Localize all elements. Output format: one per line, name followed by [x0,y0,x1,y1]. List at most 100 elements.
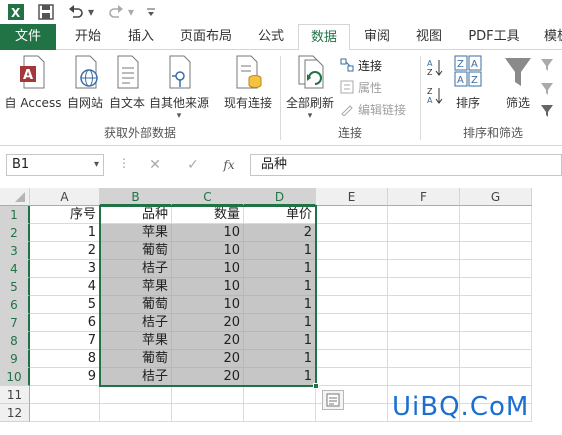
column-header-c[interactable]: C [172,188,244,206]
cell-e5[interactable] [316,278,388,296]
cell-g9[interactable] [460,350,532,368]
row-header-11[interactable]: 11 [0,386,30,404]
cell-b9[interactable]: 葡萄 [100,350,172,368]
select-all-corner[interactable] [0,188,30,206]
cell-b2[interactable]: 苹果 [100,224,172,242]
row-header-6[interactable]: 6 [0,296,30,314]
existing-connections-button[interactable]: 现有连接 [220,54,276,111]
cell-c4[interactable]: 10 [172,260,244,278]
formula-input[interactable]: 品种 [250,154,562,176]
customize-qat-icon[interactable] [144,3,158,21]
cell-g7[interactable] [460,314,532,332]
tab-file[interactable]: 文件 [0,24,56,50]
cell-c5[interactable]: 10 [172,278,244,296]
row-header-8[interactable]: 8 [0,332,30,350]
cell-g2[interactable] [460,224,532,242]
tab-formulas[interactable]: 公式 [246,24,296,50]
cell-g1[interactable] [460,206,532,224]
cell-e9[interactable] [316,350,388,368]
cell-d6[interactable]: 1 [244,296,316,314]
tab-data[interactable]: 数据 [298,24,350,51]
cell-e3[interactable] [316,242,388,260]
edit-links-button[interactable]: 编辑链接 [340,100,406,118]
cell-b6[interactable]: 葡萄 [100,296,172,314]
sort-button[interactable]: ZAAZ 排序 [448,54,488,111]
cell-c2[interactable]: 10 [172,224,244,242]
cell-b7[interactable]: 桔子 [100,314,172,332]
cell-d12[interactable] [244,404,316,422]
cell-c3[interactable]: 10 [172,242,244,260]
cell-d1[interactable]: 单价 [244,206,316,224]
row-header-3[interactable]: 3 [0,242,30,260]
cell-g3[interactable] [460,242,532,260]
row-header-7[interactable]: 7 [0,314,30,332]
from-web-button[interactable]: 自网站 [64,54,106,111]
row-header-2[interactable]: 2 [0,224,30,242]
tab-insert[interactable]: 插入 [116,24,166,50]
tab-page-layout[interactable]: 页面布局 [170,24,242,50]
from-text-button[interactable]: 自文本 [106,54,148,111]
row-header-4[interactable]: 4 [0,260,30,278]
cell-g10[interactable] [460,368,532,386]
column-header-b[interactable]: B [100,188,172,206]
enter-icon[interactable]: ✓ [180,154,206,176]
cell-f8[interactable] [388,332,460,350]
cell-g8[interactable] [460,332,532,350]
cell-f4[interactable] [388,260,460,278]
cell-d4[interactable]: 1 [244,260,316,278]
cell-e7[interactable] [316,314,388,332]
cell-g4[interactable] [460,260,532,278]
insert-function-icon[interactable]: fx [216,154,242,176]
row-header-5[interactable]: 5 [0,278,30,296]
undo-icon[interactable] [66,3,86,21]
row-header-10[interactable]: 10 [0,368,30,386]
cell-a1[interactable]: 序号 [30,206,100,224]
cell-e8[interactable] [316,332,388,350]
cell-b4[interactable]: 桔子 [100,260,172,278]
cell-b3[interactable]: 葡萄 [100,242,172,260]
tab-pdf-tools[interactable]: PDF工具 [458,24,530,50]
cell-f9[interactable] [388,350,460,368]
cell-a6[interactable]: 5 [30,296,100,314]
cell-f3[interactable] [388,242,460,260]
cell-d11[interactable] [244,386,316,404]
cell-f10[interactable] [388,368,460,386]
cell-b11[interactable] [100,386,172,404]
tab-templates[interactable]: 模板 [534,24,562,50]
cell-c10[interactable]: 20 [172,368,244,386]
cell-g6[interactable] [460,296,532,314]
cell-d2[interactable]: 2 [244,224,316,242]
redo-icon[interactable] [106,3,126,21]
clear-filter-button[interactable] [540,56,556,74]
cell-d5[interactable]: 1 [244,278,316,296]
sort-descending-button[interactable]: ZA [426,86,444,105]
cell-d10[interactable]: 1 [244,368,316,386]
cell-e4[interactable] [316,260,388,278]
cell-c6[interactable]: 10 [172,296,244,314]
tab-view[interactable]: 视图 [404,24,454,50]
cell-a9[interactable]: 8 [30,350,100,368]
name-box[interactable]: B1 ▾ [6,154,104,176]
save-icon[interactable] [36,3,56,21]
connections-button[interactable]: 连接 [340,56,382,74]
quick-analysis-button[interactable] [322,390,344,410]
cell-c12[interactable] [172,404,244,422]
cell-g5[interactable] [460,278,532,296]
cell-f6[interactable] [388,296,460,314]
cell-b5[interactable]: 苹果 [100,278,172,296]
cell-a2[interactable]: 1 [30,224,100,242]
column-header-d[interactable]: D [244,188,316,206]
cell-a11[interactable] [30,386,100,404]
cell-a8[interactable]: 7 [30,332,100,350]
sort-ascending-button[interactable]: AZ [426,58,444,77]
cell-e10[interactable] [316,368,388,386]
column-header-e[interactable]: E [316,188,388,206]
cell-d8[interactable]: 1 [244,332,316,350]
cell-a5[interactable]: 4 [30,278,100,296]
row-header-12[interactable]: 12 [0,404,30,422]
chevron-down-icon[interactable]: ▾ [94,155,99,175]
cell-c11[interactable] [172,386,244,404]
from-access-button[interactable]: A 自 Access [4,54,62,111]
filter-button[interactable]: 筛选 [498,54,538,111]
cancel-icon[interactable]: ✕ [142,154,168,176]
